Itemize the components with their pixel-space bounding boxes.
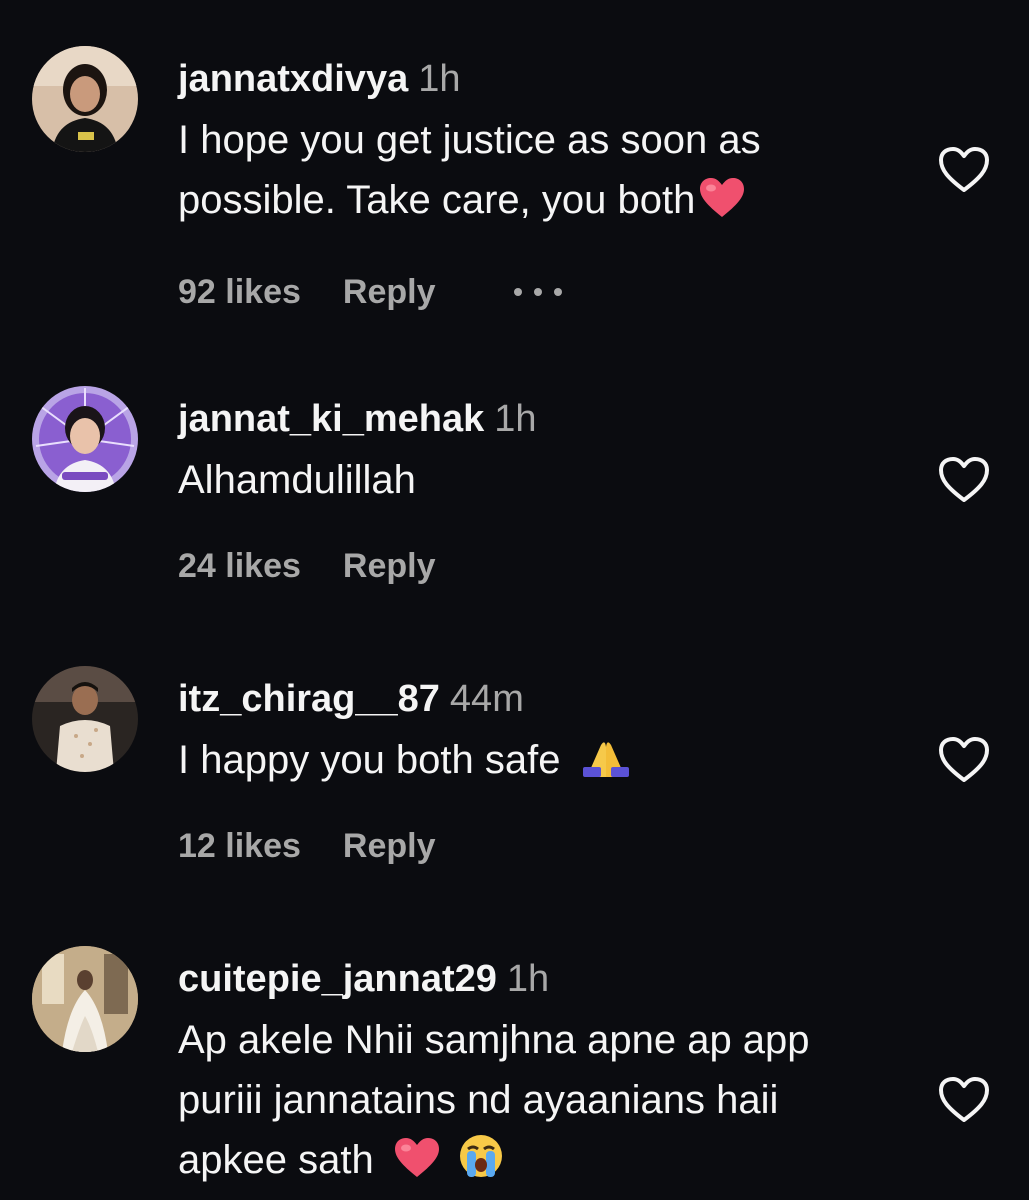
heart-outline-icon[interactable] xyxy=(938,736,990,784)
comment-body: I happy you both safe xyxy=(178,738,561,782)
comment-text: I happy you both safe xyxy=(178,730,898,790)
comment-body: I hope you get justice as soon as possib… xyxy=(178,118,761,222)
timestamp: 1h xyxy=(494,398,537,440)
more-options-icon[interactable] xyxy=(513,266,563,306)
username[interactable]: itz_chirag__87 xyxy=(178,678,440,720)
comment-actions: 92 likes Reply xyxy=(178,266,563,312)
timestamp: 44m xyxy=(449,678,524,720)
heart-outline-icon[interactable] xyxy=(938,146,990,194)
comment-text: I hope you get justice as soon as possib… xyxy=(178,110,898,230)
comment-body: Alhamdulillah xyxy=(178,458,416,502)
comment-actions: 24 likes Reply xyxy=(178,546,435,586)
avatar[interactable] xyxy=(32,946,138,1052)
reply-button[interactable]: Reply xyxy=(343,273,436,311)
likes-count[interactable]: 24 likes xyxy=(178,547,301,585)
heart-outline-icon[interactable] xyxy=(938,456,990,504)
comment-actions: 12 likes Reply xyxy=(178,826,435,866)
avatar[interactable] xyxy=(32,46,138,152)
reply-button[interactable]: Reply xyxy=(343,547,436,585)
folded-hands-icon xyxy=(581,733,631,779)
heart-outline-icon[interactable] xyxy=(938,1076,990,1124)
red-heart-icon xyxy=(699,177,745,219)
comment-header: itz_chirag__87 44m xyxy=(178,676,524,722)
comment-header: jannat_ki_mehak 1h xyxy=(178,396,537,442)
username[interactable]: jannatxdivya xyxy=(178,58,408,100)
timestamp: 1h xyxy=(506,958,550,1000)
loudly-crying-face-icon xyxy=(458,1133,504,1179)
comment-text: Alhamdulillah xyxy=(178,450,898,510)
avatar[interactable] xyxy=(32,666,138,772)
username[interactable]: jannat_ki_mehak xyxy=(178,398,484,440)
avatar[interactable] xyxy=(32,386,138,492)
comment-header: cuitepie_jannat29 1h xyxy=(178,956,549,1002)
comment-header: jannatxdivya 1h xyxy=(178,56,461,102)
reply-button[interactable]: Reply xyxy=(343,827,436,865)
timestamp: 1h xyxy=(418,58,461,100)
username[interactable]: cuitepie_jannat29 xyxy=(178,958,497,1000)
likes-count[interactable]: 92 likes xyxy=(178,273,301,311)
red-heart-icon xyxy=(394,1137,440,1179)
comment-text: Ap akele Nhii samjhna apne ap app puriii… xyxy=(178,1010,898,1190)
likes-count[interactable]: 12 likes xyxy=(178,827,301,865)
